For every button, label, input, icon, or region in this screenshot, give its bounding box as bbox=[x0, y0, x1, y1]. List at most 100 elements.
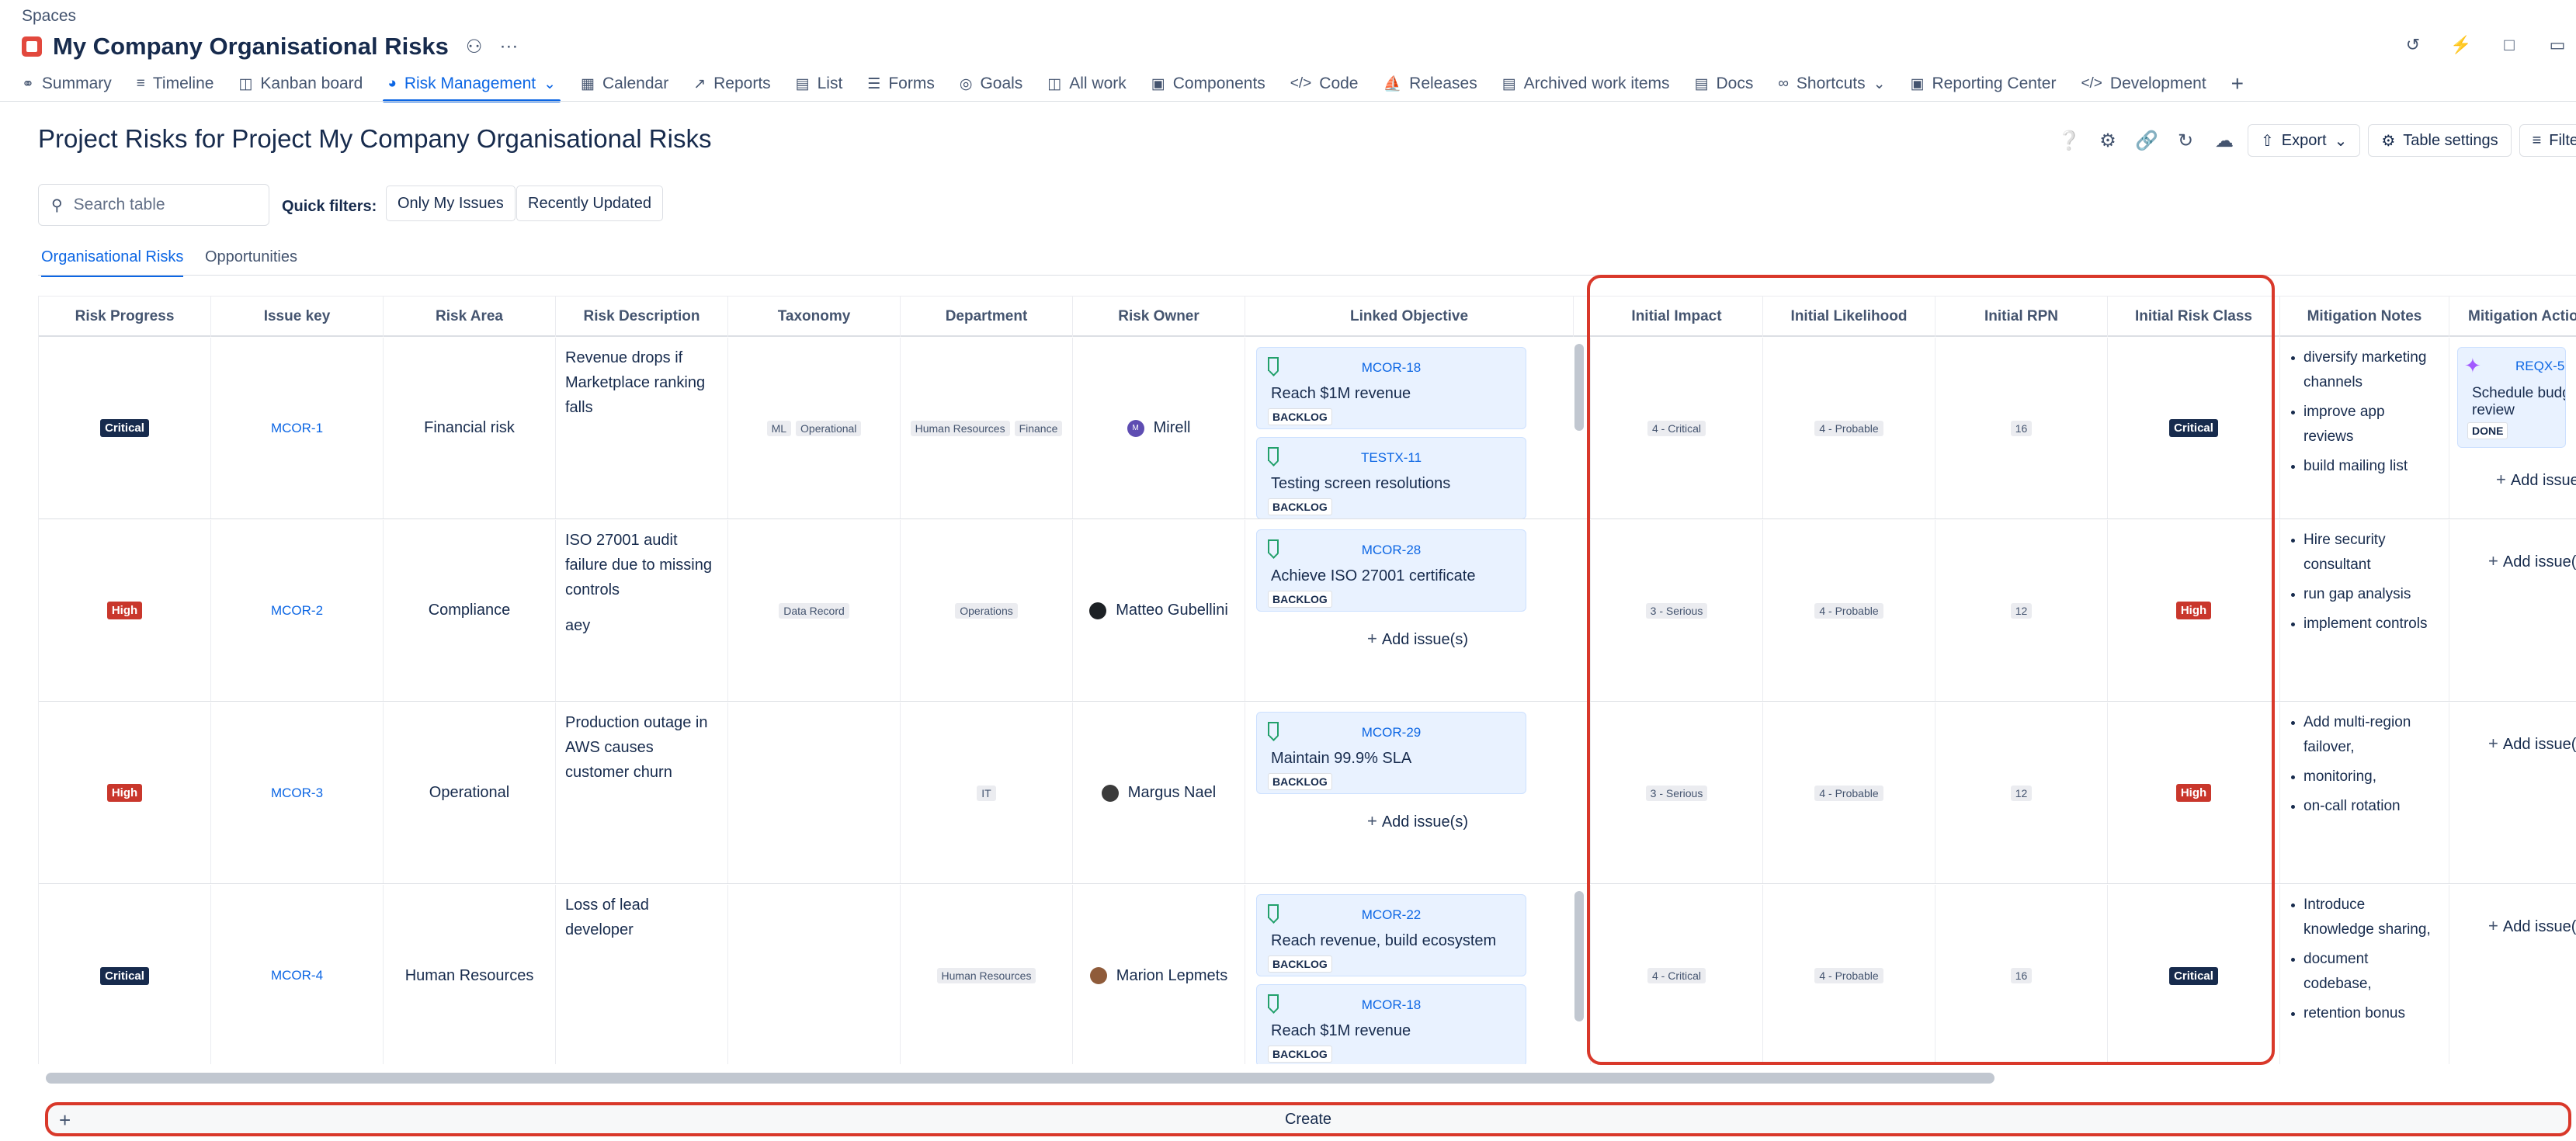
export-button[interactable]: ⇧ Export ⌄ bbox=[2248, 124, 2361, 157]
tab-all-work[interactable]: ◫ All work bbox=[1047, 70, 1126, 98]
objective-key[interactable]: TESTX-11 bbox=[1257, 450, 1526, 466]
cloud-upload-icon[interactable]: ☁ bbox=[2209, 124, 2240, 157]
tab-opportunities[interactable]: Opportunities bbox=[205, 248, 297, 266]
objective-card[interactable]: MCOR-22 Reach revenue, build ecosystem BAC… bbox=[1256, 894, 1526, 976]
initial-likelihood-cell[interactable]: 4 - Probable bbox=[1763, 885, 1935, 1064]
tab-archived-work-items[interactable]: ▤ Archived work items bbox=[1502, 70, 1670, 98]
column-header[interactable]: Initial Likelihood bbox=[1763, 297, 1935, 337]
risk-owner-cell[interactable]: Matteo Gubellini bbox=[1073, 520, 1245, 701]
column-header[interactable]: Initial RPN bbox=[1935, 297, 2108, 337]
gear-icon[interactable]: ⚙ bbox=[2092, 124, 2123, 157]
tab-kanban-board[interactable]: ◫ Kanban board bbox=[238, 70, 363, 98]
objective-key[interactable]: MCOR-29 bbox=[1257, 725, 1526, 740]
column-header[interactable]: Risk Description bbox=[556, 297, 728, 337]
mitigation-notes-cell[interactable]: diversify marketing channels improve app … bbox=[2280, 338, 2449, 518]
tab-code[interactable]: </> Code bbox=[1290, 70, 1359, 98]
tab-forms[interactable]: ☰ Forms bbox=[867, 70, 935, 98]
table-row[interactable]: High MCOR-3 Operational Production outag… bbox=[39, 702, 2576, 884]
objective-key[interactable]: MCOR-18 bbox=[1257, 997, 1526, 1013]
risk-owner-cell[interactable]: Margus Nael bbox=[1073, 702, 1245, 883]
create-button[interactable]: + Create bbox=[45, 1102, 2571, 1136]
tab-summary[interactable]: ⚭ Summary bbox=[22, 70, 112, 98]
search-box[interactable]: ⚲ bbox=[38, 184, 269, 226]
issue-key-link[interactable]: MCOR-1 bbox=[271, 421, 323, 436]
table-settings-button[interactable]: ⚙ Table settings bbox=[2368, 124, 2512, 157]
add-issue-button[interactable]: + Add issue(s) bbox=[1256, 629, 1579, 649]
initial-impact-cell[interactable]: 3 - Serious bbox=[1591, 520, 1763, 701]
issue-key-link[interactable]: MCOR-3 bbox=[271, 786, 323, 801]
action-card[interactable]: ✦ REQX-56 Schedule budgereview DONE bbox=[2457, 347, 2566, 448]
link-icon[interactable]: 🔗 bbox=[2131, 124, 2162, 157]
horizontal-scrollbar[interactable] bbox=[38, 1069, 2576, 1086]
table-row[interactable]: Critical MCOR-1 Financial risk Revenue d… bbox=[39, 338, 2576, 519]
more-options-button[interactable]: ··· bbox=[499, 36, 518, 57]
risk-description-cell[interactable]: Production outage in AWS causes customer… bbox=[556, 702, 728, 883]
initial-impact-cell[interactable]: 3 - Serious bbox=[1591, 702, 1763, 883]
tab-docs[interactable]: ▤ Docs bbox=[1695, 70, 1754, 98]
quick-filter-recently-updated[interactable]: Recently Updated bbox=[516, 186, 663, 221]
mitigation-notes-cell[interactable]: Hire security consultant run gap analysis… bbox=[2280, 520, 2449, 701]
tab-reports[interactable]: ↗ Reports bbox=[693, 70, 770, 98]
column-header[interactable]: Mitigation Notes bbox=[2280, 297, 2449, 337]
mitigation-notes-cell[interactable]: Add multi-region failover, monitoring, on-… bbox=[2280, 702, 2449, 883]
lightning-icon[interactable]: ⚡ bbox=[2447, 31, 2475, 59]
feedback-icon[interactable]: □ bbox=[2495, 31, 2523, 59]
share-icon[interactable]: ↺ bbox=[2399, 31, 2427, 59]
tab-development[interactable]: </> Development bbox=[2081, 70, 2206, 98]
column-header[interactable]: Linked Objective bbox=[1245, 297, 1574, 337]
column-header[interactable]: Initial Risk Class bbox=[2108, 297, 2280, 337]
column-header[interactable]: Risk Area bbox=[384, 297, 556, 337]
issue-key-link[interactable]: MCOR-4 bbox=[271, 968, 323, 983]
tab-goals[interactable]: ◎ Goals bbox=[960, 70, 1022, 98]
objective-card[interactable]: MCOR-29 Maintain 99.9% SLA BACKLOG bbox=[1256, 712, 1526, 794]
breadcrumb[interactable]: Spaces bbox=[22, 7, 76, 26]
column-header[interactable]: Initial Impact bbox=[1591, 297, 1763, 337]
issue-key-link[interactable]: MCOR-2 bbox=[271, 603, 323, 619]
column-header[interactable]: Risk Owner bbox=[1073, 297, 1245, 337]
tab-risk-management[interactable]: ◕ Risk Management ⌄ bbox=[383, 70, 561, 102]
risk-description-cell[interactable]: ISO 27001 audit failure due to missing c… bbox=[556, 520, 728, 701]
add-issue-button[interactable]: +Add issue( bbox=[2449, 916, 2576, 936]
tab-releases[interactable]: ⛵ Releases bbox=[1383, 70, 1477, 98]
add-issue-button[interactable]: + Add issue(s) bbox=[1256, 811, 1579, 831]
risk-owner-cell[interactable]: Marion Lepmets bbox=[1073, 885, 1245, 1064]
initial-impact-cell[interactable]: 4 - Critical bbox=[1591, 338, 1763, 518]
tab-reporting-center[interactable]: ▣ Reporting Center bbox=[1911, 70, 2057, 98]
add-tab-button[interactable]: + bbox=[2231, 71, 2244, 96]
table-row[interactable]: High MCOR-2 Compliance ISO 27001 audit f… bbox=[39, 520, 2576, 702]
objective-card[interactable]: MCOR-18 Reach $1M revenue BACKLOG bbox=[1256, 984, 1526, 1064]
column-header[interactable]: Risk Progress bbox=[39, 297, 211, 337]
cell-scrollbar[interactable] bbox=[1574, 344, 1584, 431]
copy-icon[interactable]: ▭ bbox=[2543, 31, 2571, 59]
tab-timeline[interactable]: ≡ Timeline bbox=[137, 70, 214, 98]
action-key[interactable]: REQX-56 bbox=[2515, 359, 2565, 374]
objective-card[interactable]: MCOR-28 Achieve ISO 27001 certificate BACK… bbox=[1256, 529, 1526, 612]
filter-button[interactable]: ≡ Filte bbox=[2519, 124, 2576, 157]
add-issue-button[interactable]: +Add issue( bbox=[2449, 734, 2576, 754]
risk-description-cell[interactable]: Loss of lead developer bbox=[556, 885, 728, 1064]
refresh-icon[interactable]: ↻ bbox=[2170, 124, 2201, 157]
column-header[interactable]: Issue key bbox=[211, 297, 384, 337]
help-icon[interactable]: ❔ bbox=[2054, 124, 2085, 157]
risk-description-cell[interactable]: Revenue drops if Marketplace ranking fal… bbox=[556, 338, 728, 518]
initial-likelihood-cell[interactable]: 4 - Probable bbox=[1763, 338, 1935, 518]
column-header[interactable]: Department bbox=[901, 297, 1073, 337]
objective-card[interactable]: MCOR-18 Reach $1M revenue BACKLOG bbox=[1256, 347, 1526, 429]
quick-filter-only-my-issues[interactable]: Only My Issues bbox=[386, 186, 516, 221]
tab-calendar[interactable]: ▦ Calendar bbox=[581, 70, 668, 98]
tab-shortcuts[interactable]: ∞ Shortcuts ⌄ bbox=[1778, 70, 1885, 98]
tab-list[interactable]: ▤ List bbox=[796, 70, 843, 98]
add-issue-button[interactable]: +Add issue( bbox=[2449, 551, 2576, 571]
mitigation-notes-cell[interactable]: Introduce knowledge sharing, document cod… bbox=[2280, 885, 2449, 1064]
risk-owner-cell[interactable]: M Mirell bbox=[1073, 338, 1245, 518]
objective-key[interactable]: MCOR-28 bbox=[1257, 543, 1526, 558]
tab-components[interactable]: ▣ Components bbox=[1151, 70, 1265, 98]
people-icon[interactable]: ⚇ bbox=[466, 36, 483, 58]
table-row[interactable]: Critical MCOR-4 Human Resources Loss of … bbox=[39, 885, 2576, 1064]
column-header[interactable]: Taxonomy bbox=[728, 297, 901, 337]
chevron-down-icon[interactable]: ⌄ bbox=[543, 75, 556, 93]
objective-key[interactable]: MCOR-22 bbox=[1257, 907, 1526, 923]
column-header[interactable]: Mitigation Actio bbox=[2449, 297, 2576, 337]
initial-impact-cell[interactable]: 4 - Critical bbox=[1591, 885, 1763, 1064]
add-issue-button[interactable]: +Add issue( bbox=[2457, 470, 2576, 490]
